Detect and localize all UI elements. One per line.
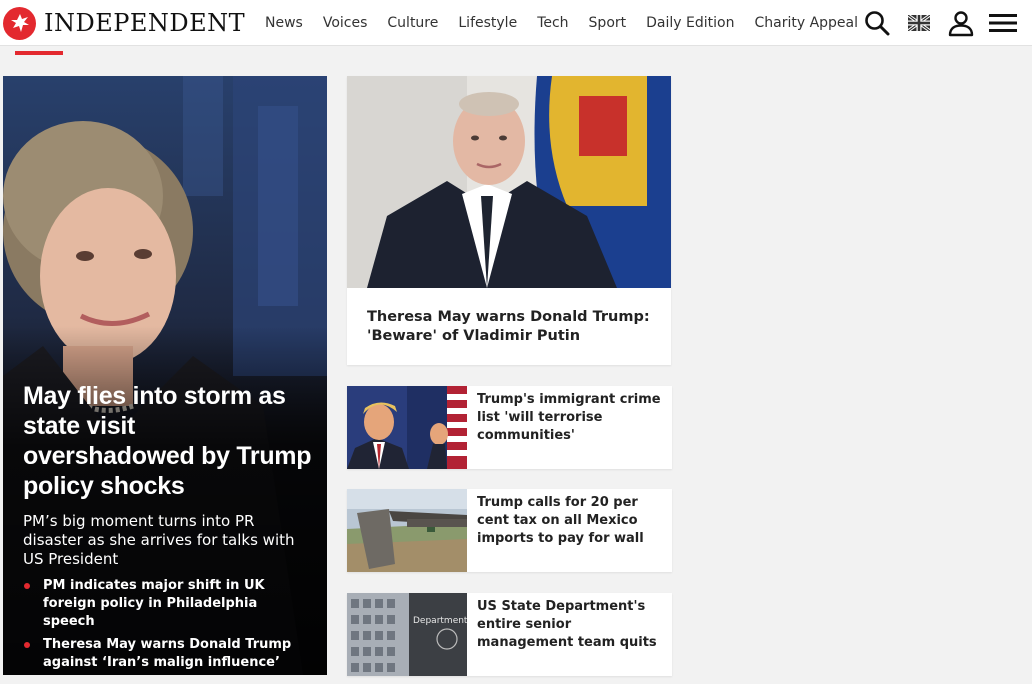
menu-icon[interactable] — [988, 8, 1018, 38]
site-header: INDEPENDENT News Voices Culture Lifestyl… — [0, 0, 1032, 46]
related-link-text: PM indicates major shift in UK foreign p… — [43, 578, 265, 629]
hero-text: May flies into storm as state visit over… — [23, 381, 313, 675]
story-thumbnail — [347, 386, 467, 469]
nav-voices[interactable]: Voices — [323, 15, 368, 31]
story-headline: Trump's immigrant crime list 'will terro… — [477, 392, 661, 443]
nav-culture[interactable]: Culture — [387, 15, 438, 31]
search-icon[interactable] — [862, 8, 892, 38]
nav-lifestyle[interactable]: Lifestyle — [458, 15, 517, 31]
story-headline: Trump calls for 20 per cent tax on all M… — [477, 495, 644, 546]
nav-tech[interactable]: Tech — [537, 15, 568, 31]
nav-sport[interactable]: Sport — [589, 15, 627, 31]
main-nav: News Voices Culture Lifestyle Tech Sport… — [265, 0, 858, 46]
site-logo[interactable]: INDEPENDENT — [3, 6, 245, 40]
story-thumbnail: Department Of State — [347, 593, 467, 676]
related-link-text: Theresa May warns Donald Trump against ‘… — [43, 637, 292, 670]
eagle-logo-icon — [3, 6, 36, 40]
feature-photo — [347, 76, 671, 288]
related-link[interactable]: PM indicates major shift in UK foreign p… — [23, 577, 313, 631]
feature-headline: Theresa May warns Donald Trump: 'Beware'… — [367, 309, 650, 344]
bullet-dot-icon — [24, 642, 30, 648]
related-links: PM indicates major shift in UK foreign p… — [23, 577, 313, 672]
story-card[interactable]: Trump calls for 20 per cent tax on all M… — [347, 489, 672, 572]
hero-headline[interactable]: May flies into storm as state visit over… — [23, 381, 313, 501]
header-tools — [850, 6, 1018, 40]
hero-story[interactable]: May flies into storm as state visit over… — [3, 76, 327, 675]
story-headline: US State Department's entire senior mana… — [477, 599, 657, 650]
story-card[interactable]: Department Of State US State Department'… — [347, 593, 672, 676]
nav-charity-appeal[interactable]: Charity Appeal — [754, 15, 858, 31]
related-link[interactable]: Theresa May warns Donald Trump against ‘… — [23, 636, 313, 672]
hero-standfirst: PM’s big moment turns into PR disaster a… — [23, 512, 295, 568]
sign-line-1: Department Of State — [413, 616, 467, 626]
brand-name: INDEPENDENT — [44, 9, 246, 37]
section-accent-bar — [15, 51, 63, 55]
uk-flag-icon[interactable] — [904, 8, 934, 38]
nav-news[interactable]: News — [265, 15, 303, 31]
story-thumbnail — [347, 489, 467, 572]
account-icon[interactable] — [946, 8, 976, 38]
story-card[interactable]: Trump's immigrant crime list 'will terro… — [347, 386, 672, 469]
nav-daily-edition[interactable]: Daily Edition — [646, 15, 734, 31]
bullet-dot-icon — [24, 583, 30, 589]
feature-story-card[interactable]: Theresa May warns Donald Trump: 'Beware'… — [347, 76, 671, 365]
